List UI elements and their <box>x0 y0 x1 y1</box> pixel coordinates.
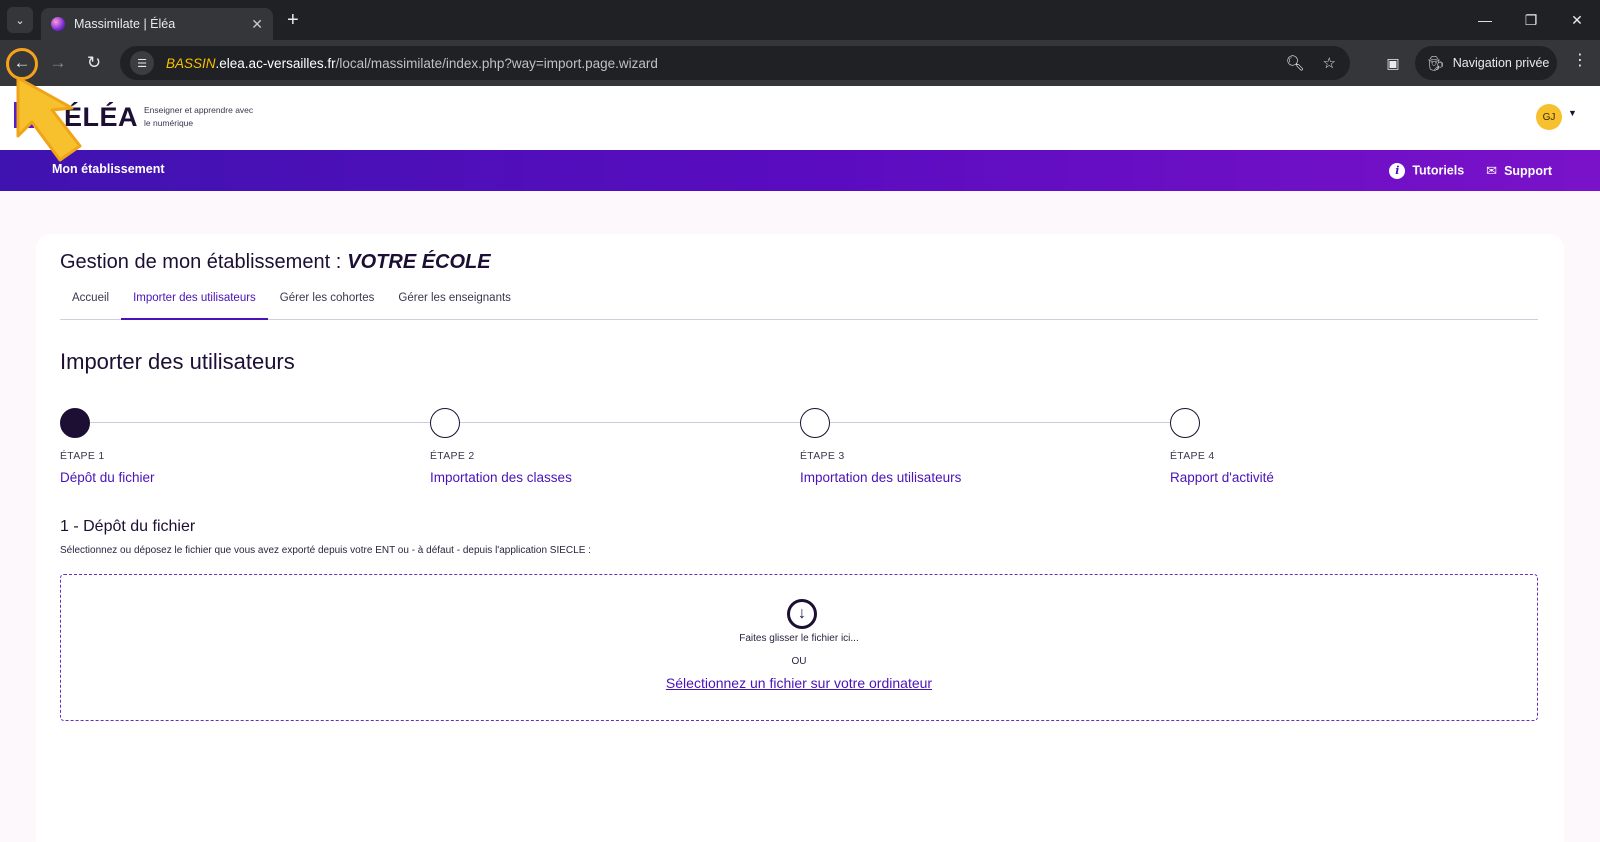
minimize-icon[interactable]: — <box>1462 12 1508 28</box>
incognito-icon: 🕵︎ <box>1427 54 1445 71</box>
close-icon[interactable]: ✕ <box>251 16 263 33</box>
reload-icon[interactable]: ↻ <box>80 49 108 77</box>
elea-favicon-icon <box>51 17 65 31</box>
user-avatar[interactable]: GJ <box>1536 104 1562 130</box>
section-title: Importer des utilisateurs <box>60 349 295 374</box>
tab-gerer-cohortes[interactable]: Gérer les cohortes <box>268 280 387 320</box>
url-subdomain: BASSIN <box>166 55 216 71</box>
school-name: VOTRE ÉCOLE <box>347 251 491 273</box>
or-separator: OU <box>791 656 807 667</box>
browser-toolbar: ← → ↻ ☰ BASSIN.elea.ac-versailles.fr/loc… <box>0 40 1600 86</box>
zoom-icon[interactable]: 🔍︎ <box>1286 54 1305 72</box>
nav-tutorials[interactable]: i Tutoriels <box>1389 162 1465 179</box>
step-indicator-active <box>60 408 90 438</box>
step-indicator <box>800 408 830 438</box>
annotation-arrow-icon <box>16 76 82 162</box>
select-file-link-label: Sélectionnez un fichier sur votre ordina… <box>665 675 933 691</box>
upload-title: 1 - Dépôt du fichier <box>60 518 196 535</box>
url-host: .elea.ac-versailles.fr <box>215 55 336 71</box>
step-1[interactable]: ÉTAPE 1 Dépôt du fichier <box>60 408 430 485</box>
step-name: Rapport d'activité <box>1170 470 1274 485</box>
browser-tabbar: ⌄ Massimilate | Éléa ✕ + — ❐ ✕ <box>0 0 1600 40</box>
nav-support[interactable]: ✉ Support <box>1486 163 1552 179</box>
incognito-label: Navigation privée <box>1452 56 1550 70</box>
site-settings-icon[interactable]: ☰ <box>130 51 154 75</box>
step-label: ÉTAPE 3 <box>800 450 845 462</box>
step-label: ÉTAPE 4 <box>1170 450 1215 462</box>
page-tabs: Accueil Importer des utilisateurs Gérer … <box>60 280 1538 320</box>
step-connector <box>830 422 1170 423</box>
omnibox-icons: 🔍︎ ☆ <box>1286 46 1337 80</box>
tab-title: Massimilate | Éléa <box>74 17 176 31</box>
url-path: /local/massimilate/index.php?way=import.… <box>335 55 658 71</box>
restore-icon[interactable]: ❐ <box>1508 12 1554 29</box>
main-nav: Mon établissement i Tutoriels ✉ Support <box>0 150 1600 191</box>
window-close-icon[interactable]: ✕ <box>1554 12 1600 29</box>
step-label: ÉTAPE 1 <box>60 450 105 462</box>
forward-arrow-icon[interactable]: → <box>44 49 72 77</box>
step-connector <box>460 422 800 423</box>
download-arrow-icon: ↓ <box>787 599 817 629</box>
browser-menu-icon[interactable]: ⋮ <box>1572 50 1588 70</box>
drop-hint: Faites glisser le fichier ici... <box>739 633 859 644</box>
nav-support-label: Support <box>1504 163 1552 178</box>
tab-gerer-enseignants[interactable]: Gérer les enseignants <box>386 280 523 320</box>
page-title-prefix: Gestion de mon établissement : <box>60 251 342 273</box>
tab-importer-utilisateurs[interactable]: Importer des utilisateurs <box>121 280 268 320</box>
incognito-button[interactable]: 🕵︎ Navigation privée <box>1415 46 1557 80</box>
address-bar[interactable]: ☰ BASSIN.elea.ac-versailles.fr/local/mas… <box>120 46 1350 80</box>
site-header: ÉLÉA Enseigner et apprendre avec le numé… <box>0 86 1600 150</box>
nav-links: i Tutoriels ✉ Support <box>1389 150 1552 191</box>
info-icon: i <box>1389 162 1406 179</box>
side-panel-icon[interactable]: ▣ <box>1382 50 1404 76</box>
site-tagline: Enseigner et apprendre avec le numérique <box>144 105 254 128</box>
step-connector <box>90 422 430 423</box>
browser-tab[interactable]: Massimilate | Éléa ✕ <box>41 8 273 40</box>
chevron-down-icon[interactable]: ▼ <box>1568 108 1577 118</box>
window-controls: — ❐ ✕ <box>1462 0 1600 40</box>
new-tab-plus-icon[interactable]: + <box>287 10 299 30</box>
step-4[interactable]: ÉTAPE 4 Rapport d'activité <box>1170 408 1540 485</box>
tab-accueil[interactable]: Accueil <box>60 280 121 320</box>
select-file-link[interactable]: Sélectionnez un fichier sur votre ordina… <box>61 675 1537 691</box>
nav-tutorials-label: Tutoriels <box>1412 163 1465 177</box>
upload-description: Sélectionnez ou déposez le fichier que v… <box>60 545 591 556</box>
step-2[interactable]: ÉTAPE 2 Importation des classes <box>430 408 800 485</box>
step-3[interactable]: ÉTAPE 3 Importation des utilisateurs <box>800 408 1170 485</box>
envelope-icon: ✉ <box>1486 162 1498 178</box>
step-indicator <box>1170 408 1200 438</box>
page-title: Gestion de mon établissement : VOTRE ÉCOL… <box>60 251 491 274</box>
step-name: Dépôt du fichier <box>60 470 155 485</box>
url-text[interactable]: BASSIN.elea.ac-versailles.fr/local/massi… <box>166 56 658 71</box>
file-dropzone[interactable]: ↓ Faites glisser le fichier ici... OU Sé… <box>60 574 1538 721</box>
step-indicator <box>430 408 460 438</box>
step-label: ÉTAPE 2 <box>430 450 475 462</box>
import-stepper: ÉTAPE 1 Dépôt du fichier ÉTAPE 2 Importa… <box>60 408 1538 498</box>
main-card: Gestion de mon établissement : VOTRE ÉCOL… <box>36 234 1564 842</box>
step-name: Importation des utilisateurs <box>800 470 962 485</box>
bookmark-star-icon[interactable]: ☆ <box>1323 54 1336 72</box>
step-name: Importation des classes <box>430 470 572 485</box>
tab-list-button[interactable]: ⌄ <box>7 7 33 33</box>
